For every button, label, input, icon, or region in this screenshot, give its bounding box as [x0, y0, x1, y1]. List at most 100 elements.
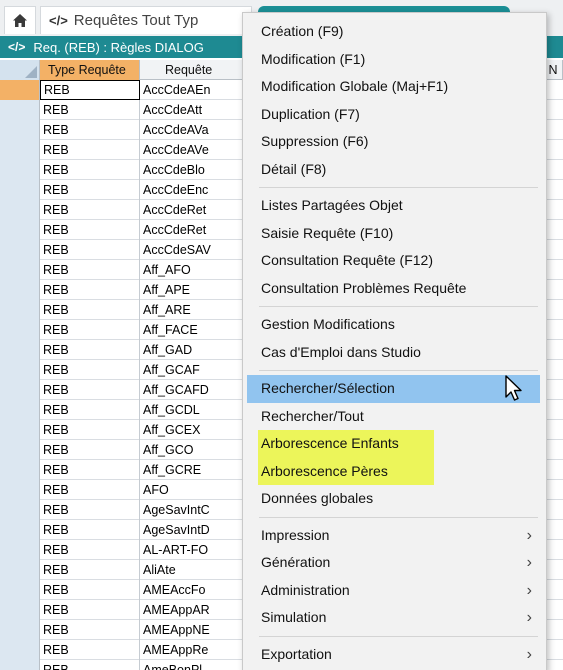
cell-type-requete[interactable]: REB	[40, 300, 140, 320]
cell-type-requete[interactable]: REB	[40, 600, 140, 620]
row-selector[interactable]	[0, 620, 40, 640]
cell-type-requete[interactable]: REB	[40, 180, 140, 200]
row-selector[interactable]	[0, 260, 40, 280]
window-title: Req. (REB) : Règles DIALOG	[33, 39, 204, 55]
code-icon: </>	[8, 40, 26, 54]
cell-type-requete[interactable]: REB	[40, 620, 140, 640]
row-selector[interactable]	[0, 80, 40, 100]
cell-type-requete[interactable]: REB	[40, 340, 140, 360]
menu-item-duplication-f7[interactable]: Duplication (F7)	[247, 101, 540, 129]
cell-type-requete[interactable]: REB	[40, 420, 140, 440]
menu-item-arborescence-peres[interactable]: Arborescence Pères	[247, 457, 540, 485]
row-selector[interactable]	[0, 220, 40, 240]
cell-type-requete[interactable]: REB	[40, 460, 140, 480]
row-selector[interactable]	[0, 360, 40, 380]
home-tab[interactable]	[4, 6, 36, 34]
menu-item-consultation-problemes-requete[interactable]: Consultation Problèmes Requête	[247, 275, 540, 303]
cell-type-requete[interactable]: REB	[40, 640, 140, 660]
row-selector[interactable]	[0, 580, 40, 600]
menu-item-rechercher-selection[interactable]: Rechercher/Sélection	[247, 375, 540, 403]
cell-type-requete[interactable]: REB	[40, 360, 140, 380]
row-selector[interactable]	[0, 640, 40, 660]
menu-item-label: Données globales	[261, 490, 374, 506]
cell-type-requete[interactable]: REB	[40, 660, 140, 670]
menu-item-cas-d-emploi-dans-studio[interactable]: Cas d'Emploi dans Studio	[247, 339, 540, 367]
menu-item-consultation-requete-f12[interactable]: Consultation Requête (F12)	[247, 247, 540, 275]
cell-type-requete[interactable]: REB	[40, 140, 140, 160]
menu-item-arborescence-enfants[interactable]: Arborescence Enfants	[247, 430, 540, 458]
tab-requetes[interactable]: </> Requêtes Tout Typ	[40, 6, 252, 34]
menu-item-suppression-f6[interactable]: Suppression (F6)	[247, 128, 540, 156]
row-selector[interactable]	[0, 500, 40, 520]
cell-type-requete[interactable]: REB	[40, 200, 140, 220]
menu-item-exportation[interactable]: Exportation ›	[247, 641, 540, 669]
cell-type-requete[interactable]: REB	[40, 520, 140, 540]
cell-type-requete[interactable]: REB	[40, 400, 140, 420]
row-selector[interactable]	[0, 300, 40, 320]
cell-type-requete[interactable]: REB	[40, 540, 140, 560]
menu-item-donnees-globales[interactable]: Données globales	[247, 485, 540, 513]
cell-type-requete[interactable]: REB	[40, 120, 140, 140]
row-selector[interactable]	[0, 240, 40, 260]
row-selector[interactable]	[0, 120, 40, 140]
row-selector[interactable]	[0, 380, 40, 400]
row-selector[interactable]	[0, 480, 40, 500]
cell-type-requete[interactable]: REB	[40, 480, 140, 500]
menu-item-label: Cas d'Emploi dans Studio	[261, 343, 421, 360]
menu-item-label: Rechercher/Sélection	[261, 380, 395, 396]
cell-type-requete[interactable]: REB	[40, 280, 140, 300]
menu-item-simulation[interactable]: Simulation ›	[247, 604, 540, 632]
row-selector[interactable]	[0, 440, 40, 460]
menu-item-creation-f9[interactable]: Création (F9)	[247, 18, 540, 46]
cell-type-requete[interactable]: REB	[40, 560, 140, 580]
chevron-right-icon: ›	[526, 581, 532, 599]
row-selector[interactable]	[0, 200, 40, 220]
column-header-type-requete[interactable]: Type Requête	[40, 60, 140, 80]
menu-item-impression[interactable]: Impression ›	[247, 522, 540, 550]
cell-type-requete[interactable]: REB	[40, 580, 140, 600]
row-selector[interactable]	[0, 320, 40, 340]
row-selector[interactable]	[0, 180, 40, 200]
row-selector[interactable]	[0, 660, 40, 670]
cell-type-requete[interactable]: REB	[40, 260, 140, 280]
menu-item-label: Arborescence Enfants	[258, 430, 434, 458]
menu-item-label: Impression	[261, 526, 330, 543]
row-selector[interactable]	[0, 160, 40, 180]
row-selector[interactable]	[0, 280, 40, 300]
row-selector[interactable]	[0, 140, 40, 160]
menu-item-listes-partagees-objet[interactable]: Listes Partagées Objet	[247, 192, 540, 220]
row-selector[interactable]	[0, 540, 40, 560]
row-selector[interactable]	[0, 560, 40, 580]
chevron-right-icon: ›	[526, 609, 532, 626]
menu-item-gestion-modifications[interactable]: Gestion Modifications	[247, 311, 540, 339]
menu-item-saisie-requete-f10[interactable]: Saisie Requête (F10)	[247, 220, 540, 248]
cell-type-requete[interactable]: REB	[40, 500, 140, 520]
menu-item-administration[interactable]: Administration ›	[247, 577, 540, 605]
cell-type-requete[interactable]: REB	[40, 100, 140, 120]
menu-item-label: Gestion Modifications	[261, 316, 395, 332]
row-selector[interactable]	[0, 520, 40, 540]
mouse-cursor-icon	[505, 375, 522, 401]
cell-type-requete[interactable]: REB	[40, 240, 140, 260]
row-selector[interactable]	[0, 600, 40, 620]
row-selector[interactable]	[0, 100, 40, 120]
row-selector[interactable]	[0, 460, 40, 480]
row-selector[interactable]	[0, 340, 40, 360]
cell-type-requete[interactable]: REB	[40, 320, 140, 340]
cell-type-requete[interactable]: REB	[40, 160, 140, 180]
menu-item-modification-f1[interactable]: Modification (F1)	[247, 46, 540, 74]
menu-item-generation[interactable]: Génération ›	[247, 549, 540, 577]
cell-type-requete[interactable]: REB	[40, 440, 140, 460]
menu-item-modification-globale-maj-f1[interactable]: Modification Globale (Maj+F1)	[247, 73, 540, 101]
menu-item-rechercher-tout[interactable]: Rechercher/Tout	[247, 403, 540, 431]
cell-type-requete[interactable]: REB	[40, 220, 140, 240]
cell-type-requete[interactable]: REB	[40, 380, 140, 400]
cell-type-requete[interactable]: REB	[40, 80, 140, 100]
context-menu: Création (F9) Modification (F1) Modificati…	[242, 12, 547, 670]
menu-item-detail-f8[interactable]: Détail (F8)	[247, 156, 540, 184]
menu-item-label: Exportation	[261, 645, 332, 662]
select-all-corner[interactable]	[0, 60, 40, 80]
home-icon	[13, 14, 27, 27]
row-selector[interactable]	[0, 400, 40, 420]
row-selector[interactable]	[0, 420, 40, 440]
